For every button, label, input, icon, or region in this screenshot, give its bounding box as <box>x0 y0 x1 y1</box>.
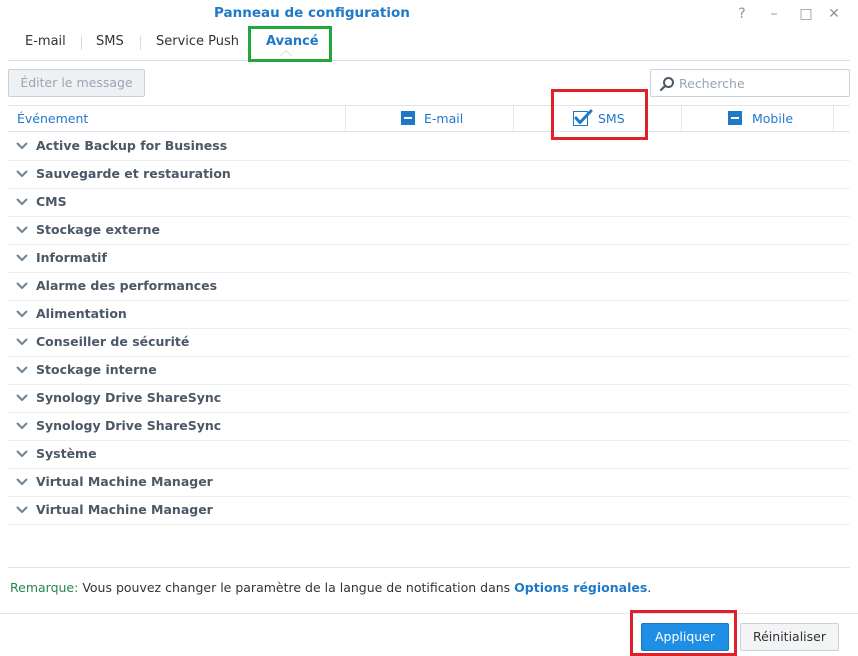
email-column-checkbox[interactable] <box>401 111 415 125</box>
row-label: Active Backup for Business <box>36 138 228 153</box>
row-label: Sauvegarde et restauration <box>36 166 231 181</box>
tab-email[interactable]: E-mail <box>25 28 66 58</box>
column-header-email: E-mail <box>424 111 464 126</box>
chevron-down-icon[interactable] <box>16 281 28 291</box>
search-box[interactable] <box>650 69 850 97</box>
table-row[interactable]: Sauvegarde et restauration <box>8 161 850 189</box>
chevron-down-icon[interactable] <box>16 365 28 375</box>
remark-label: Remarque: <box>10 580 79 595</box>
chevron-down-icon[interactable] <box>16 225 28 235</box>
table-row[interactable]: Stockage interne <box>8 357 850 385</box>
column-divider <box>513 106 514 132</box>
table-row[interactable]: Informatif <box>8 245 850 273</box>
chevron-down-icon[interactable] <box>16 505 28 515</box>
remark-note: Remarque: Vous pouvez changer le paramèt… <box>10 580 651 595</box>
maximize-icon[interactable]: □ <box>795 4 817 24</box>
table-row[interactable]: Virtual Machine Manager <box>8 469 850 497</box>
event-list: Active Backup for Business Sauvegarde et … <box>8 133 850 525</box>
chevron-down-icon[interactable] <box>16 169 28 179</box>
tab-divider <box>81 36 82 50</box>
column-divider <box>681 106 682 132</box>
table-row[interactable]: Stockage externe <box>8 217 850 245</box>
row-label: Stockage interne <box>36 362 157 377</box>
edit-message-button[interactable]: Éditer le message <box>8 69 145 97</box>
tab-divider <box>140 36 141 50</box>
row-label: Synology Drive ShareSync <box>36 390 222 405</box>
table-row[interactable]: Synology Drive ShareSync <box>8 385 850 413</box>
divider <box>8 567 850 568</box>
remark-text: Vous pouvez changer le paramètre de la l… <box>78 580 515 595</box>
tab-bar: E-mail SMS Service Push Avancé <box>8 28 850 61</box>
reset-button[interactable]: Réinitialiser <box>740 623 839 651</box>
chevron-down-icon[interactable] <box>16 197 28 207</box>
highlight-box-apply <box>630 610 737 656</box>
regional-options-link[interactable]: Options régionales <box>514 580 647 595</box>
table-row[interactable]: Alimentation <box>8 301 850 329</box>
table-row[interactable]: Synology Drive ShareSync <box>8 413 850 441</box>
remark-end: . <box>647 580 652 595</box>
row-label: Alarme des performances <box>36 278 218 293</box>
table-row[interactable]: Alarme des performances <box>8 273 850 301</box>
column-header-event[interactable]: Événement <box>17 111 88 126</box>
close-icon[interactable]: ✕ <box>823 4 845 24</box>
help-icon[interactable]: ? <box>731 4 753 24</box>
row-label: Stockage externe <box>36 222 161 237</box>
row-label: Alimentation <box>36 306 127 321</box>
chevron-down-icon[interactable] <box>16 253 28 263</box>
row-label: Synology Drive ShareSync <box>36 418 222 433</box>
search-icon <box>659 77 674 92</box>
chevron-down-icon[interactable] <box>16 337 28 347</box>
chevron-down-icon[interactable] <box>16 449 28 459</box>
row-label: Système <box>36 446 97 461</box>
table-row[interactable]: Virtual Machine Manager <box>8 497 850 525</box>
mobile-column-checkbox[interactable] <box>728 111 742 125</box>
column-divider <box>345 106 346 132</box>
highlight-box-tab-avance <box>248 26 332 62</box>
search-input[interactable] <box>679 73 843 93</box>
tab-service-push[interactable]: Service Push <box>156 28 239 58</box>
table-row[interactable]: Active Backup for Business <box>8 133 850 161</box>
row-label: Conseiller de sécurité <box>36 334 190 349</box>
table-row[interactable]: Système <box>8 441 850 469</box>
chevron-down-icon[interactable] <box>16 393 28 403</box>
table-header: Événement E-mail SMS Mobile <box>8 105 850 132</box>
row-label: CMS <box>36 194 67 209</box>
minimize-icon[interactable]: – <box>763 4 785 24</box>
row-label: Informatif <box>36 250 107 265</box>
chevron-down-icon[interactable] <box>16 141 28 151</box>
chevron-down-icon[interactable] <box>16 309 28 319</box>
tab-sms[interactable]: SMS <box>96 28 124 58</box>
column-divider <box>833 106 834 132</box>
window-title: Panneau de configuration <box>214 5 410 21</box>
title-bar: Panneau de configuration ? – □ ✕ <box>0 0 858 28</box>
table-row[interactable]: CMS <box>8 189 850 217</box>
chevron-down-icon[interactable] <box>16 477 28 487</box>
chevron-down-icon[interactable] <box>16 421 28 431</box>
row-label: Virtual Machine Manager <box>36 502 213 517</box>
column-header-mobile: Mobile <box>752 111 794 126</box>
table-row[interactable]: Conseiller de sécurité <box>8 329 850 357</box>
row-label: Virtual Machine Manager <box>36 474 213 489</box>
